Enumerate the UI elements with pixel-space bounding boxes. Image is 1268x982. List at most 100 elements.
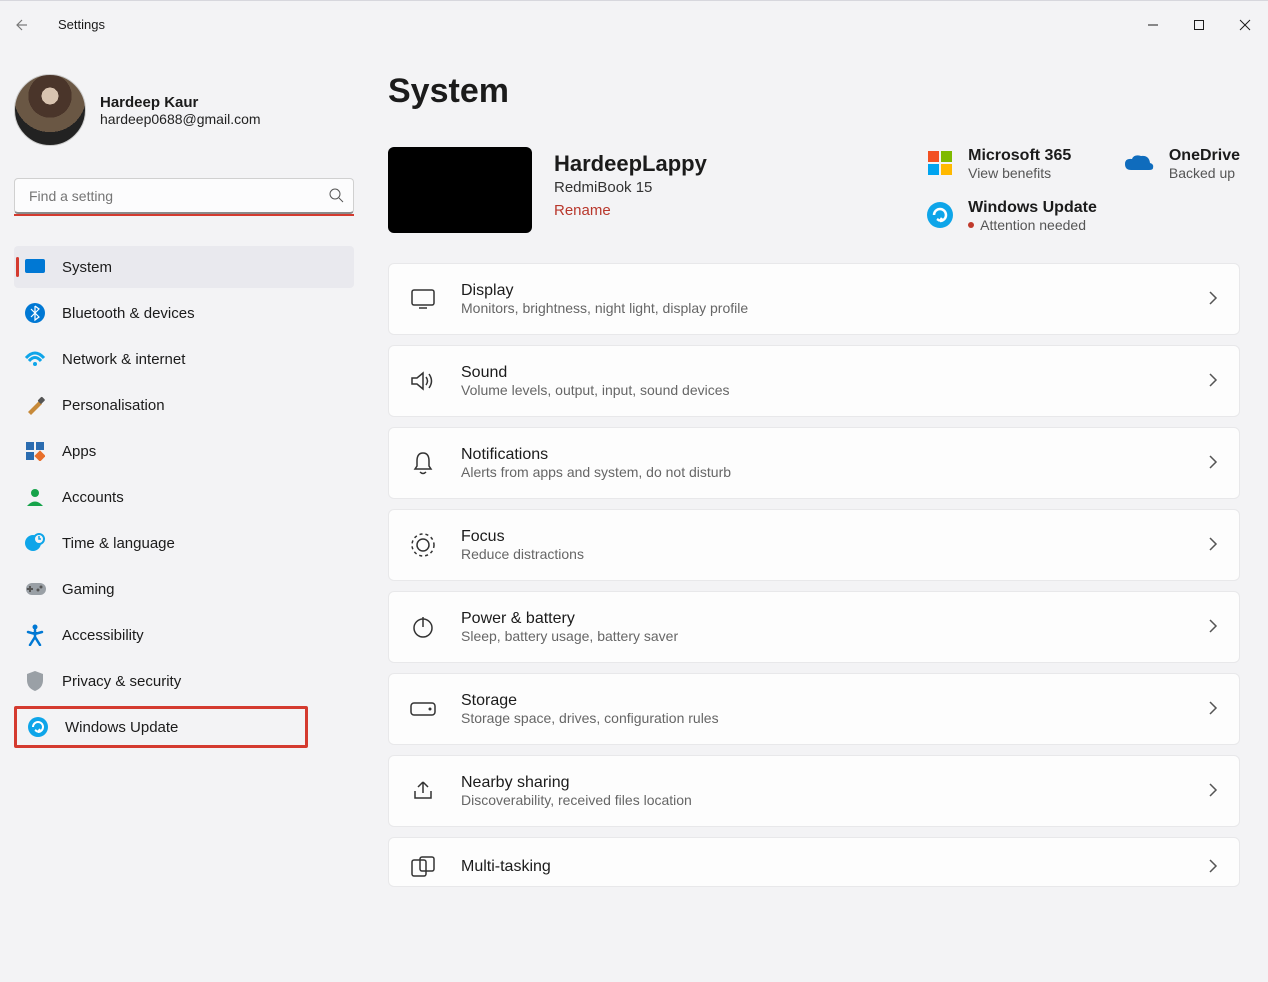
card-focus[interactable]: FocusReduce distractions <box>388 509 1240 581</box>
card-display[interactable]: DisplayMonitors, brightness, night light… <box>388 263 1240 335</box>
card-title: Storage <box>461 692 719 710</box>
windows-update-icon <box>27 716 49 738</box>
sidebar-item-label: Network & internet <box>62 351 185 368</box>
sidebar-item-time-language[interactable]: Time & language <box>14 522 354 564</box>
sidebar-item-label: Accessibility <box>62 627 144 644</box>
status-tile-windows-update[interactable]: Windows UpdateAttention needed <box>926 199 1097 233</box>
sidebar-item-label: System <box>62 259 112 276</box>
card-nearby-sharing[interactable]: Nearby sharingDiscoverability, received … <box>388 755 1240 827</box>
sidebar-item-gaming[interactable]: Gaming <box>14 568 354 610</box>
storage-icon <box>409 701 437 717</box>
sidebar-item-personalisation[interactable]: Personalisation <box>14 384 354 426</box>
sidebar-item-label: Bluetooth & devices <box>62 305 195 322</box>
globe-clock-icon <box>24 532 46 554</box>
sidebar-item-network[interactable]: Network & internet <box>14 338 354 380</box>
window-title: Settings <box>58 17 105 32</box>
search-input[interactable] <box>14 178 354 214</box>
status-sub: Backed up <box>1169 165 1240 181</box>
avatar <box>14 74 86 146</box>
sidebar-item-accessibility[interactable]: Accessibility <box>14 614 354 656</box>
onedrive-icon <box>1123 152 1155 177</box>
status-tile-onedrive[interactable]: OneDriveBacked up <box>1123 147 1240 181</box>
apps-icon <box>24 440 46 462</box>
sidebar-item-apps[interactable]: Apps <box>14 430 354 472</box>
card-power[interactable]: Power & batterySleep, battery usage, bat… <box>388 591 1240 663</box>
main-content: System HardeepLappy RedmiBook 15 Rename … <box>360 48 1268 982</box>
device-name: HardeepLappy <box>554 151 707 177</box>
bluetooth-icon <box>24 302 46 324</box>
status-title: OneDrive <box>1169 147 1240 165</box>
card-sound[interactable]: SoundVolume levels, output, input, sound… <box>388 345 1240 417</box>
rename-link[interactable]: Rename <box>554 202 707 219</box>
status-title: Microsoft 365 <box>968 147 1071 165</box>
card-title: Display <box>461 282 748 300</box>
card-sub: Reduce distractions <box>461 546 584 562</box>
chevron-right-icon <box>1207 858 1219 877</box>
sidebar-item-label: Gaming <box>62 581 115 598</box>
status-tile-m365[interactable]: Microsoft 365View benefits <box>926 147 1097 181</box>
close-button[interactable] <box>1222 1 1268 49</box>
user-account-block[interactable]: Hardeep Kaur hardeep0688@gmail.com <box>14 60 354 160</box>
m365-icon <box>926 149 954 180</box>
sidebar-item-system[interactable]: System <box>14 246 354 288</box>
card-title: Power & battery <box>461 610 678 628</box>
status-sub: View benefits <box>968 165 1071 181</box>
card-sub: Discoverability, received files location <box>461 792 692 808</box>
gamepad-icon <box>24 578 46 600</box>
chevron-right-icon <box>1207 782 1219 801</box>
sidebar: Hardeep Kaur hardeep0688@gmail.com Syste… <box>0 48 360 982</box>
paint-icon <box>24 394 46 416</box>
wifi-icon <box>24 348 46 370</box>
card-multitasking[interactable]: Multi-tasking <box>388 837 1240 887</box>
focus-icon <box>409 532 437 558</box>
user-email: hardeep0688@gmail.com <box>100 111 261 127</box>
card-sub: Alerts from apps and system, do not dist… <box>461 464 731 480</box>
chevron-right-icon <box>1207 618 1219 637</box>
nav: System Bluetooth & devices Network & int… <box>14 246 354 748</box>
update-icon <box>926 201 954 232</box>
display-icon <box>409 288 437 310</box>
back-button[interactable] <box>8 13 32 37</box>
chevron-right-icon <box>1207 372 1219 391</box>
maximize-button[interactable] <box>1176 1 1222 49</box>
multitasking-icon <box>409 856 437 878</box>
page-title: System <box>388 72 1240 111</box>
titlebar: Settings <box>0 0 1268 48</box>
card-storage[interactable]: StorageStorage space, drives, configurat… <box>388 673 1240 745</box>
sidebar-item-label: Accounts <box>62 489 124 506</box>
card-notifications[interactable]: NotificationsAlerts from apps and system… <box>388 427 1240 499</box>
sound-icon <box>409 369 437 393</box>
sidebar-item-windows-update[interactable]: Windows Update <box>14 706 308 748</box>
sidebar-item-privacy[interactable]: Privacy & security <box>14 660 354 702</box>
card-sub: Volume levels, output, input, sound devi… <box>461 382 730 398</box>
card-title: Notifications <box>461 446 731 464</box>
device-model: RedmiBook 15 <box>554 179 707 196</box>
chevron-right-icon <box>1207 290 1219 309</box>
card-sub: Monitors, brightness, night light, displ… <box>461 300 748 316</box>
sidebar-item-accounts[interactable]: Accounts <box>14 476 354 518</box>
card-title: Multi-tasking <box>461 858 551 876</box>
sidebar-item-label: Privacy & security <box>62 673 181 690</box>
shield-icon <box>24 670 46 692</box>
share-icon <box>409 779 437 803</box>
card-sub: Storage space, drives, configuration rul… <box>461 710 719 726</box>
person-icon <box>24 486 46 508</box>
chevron-right-icon <box>1207 454 1219 473</box>
search-field-wrap <box>14 178 354 214</box>
power-icon <box>409 615 437 639</box>
device-summary-row: HardeepLappy RedmiBook 15 Rename Microso… <box>388 147 1240 233</box>
card-sub: Sleep, battery usage, battery saver <box>461 628 678 644</box>
sidebar-item-bluetooth[interactable]: Bluetooth & devices <box>14 292 354 334</box>
sidebar-item-label: Time & language <box>62 535 175 552</box>
sidebar-item-label: Windows Update <box>65 719 178 736</box>
sidebar-item-label: Personalisation <box>62 397 165 414</box>
search-icon <box>328 187 344 206</box>
bell-icon <box>409 450 437 476</box>
card-title: Sound <box>461 364 730 382</box>
chevron-right-icon <box>1207 700 1219 719</box>
system-icon <box>24 256 46 278</box>
status-title: Windows Update <box>968 199 1097 217</box>
minimize-button[interactable] <box>1130 1 1176 49</box>
user-name: Hardeep Kaur <box>100 94 261 111</box>
settings-card-list: DisplayMonitors, brightness, night light… <box>388 263 1240 887</box>
